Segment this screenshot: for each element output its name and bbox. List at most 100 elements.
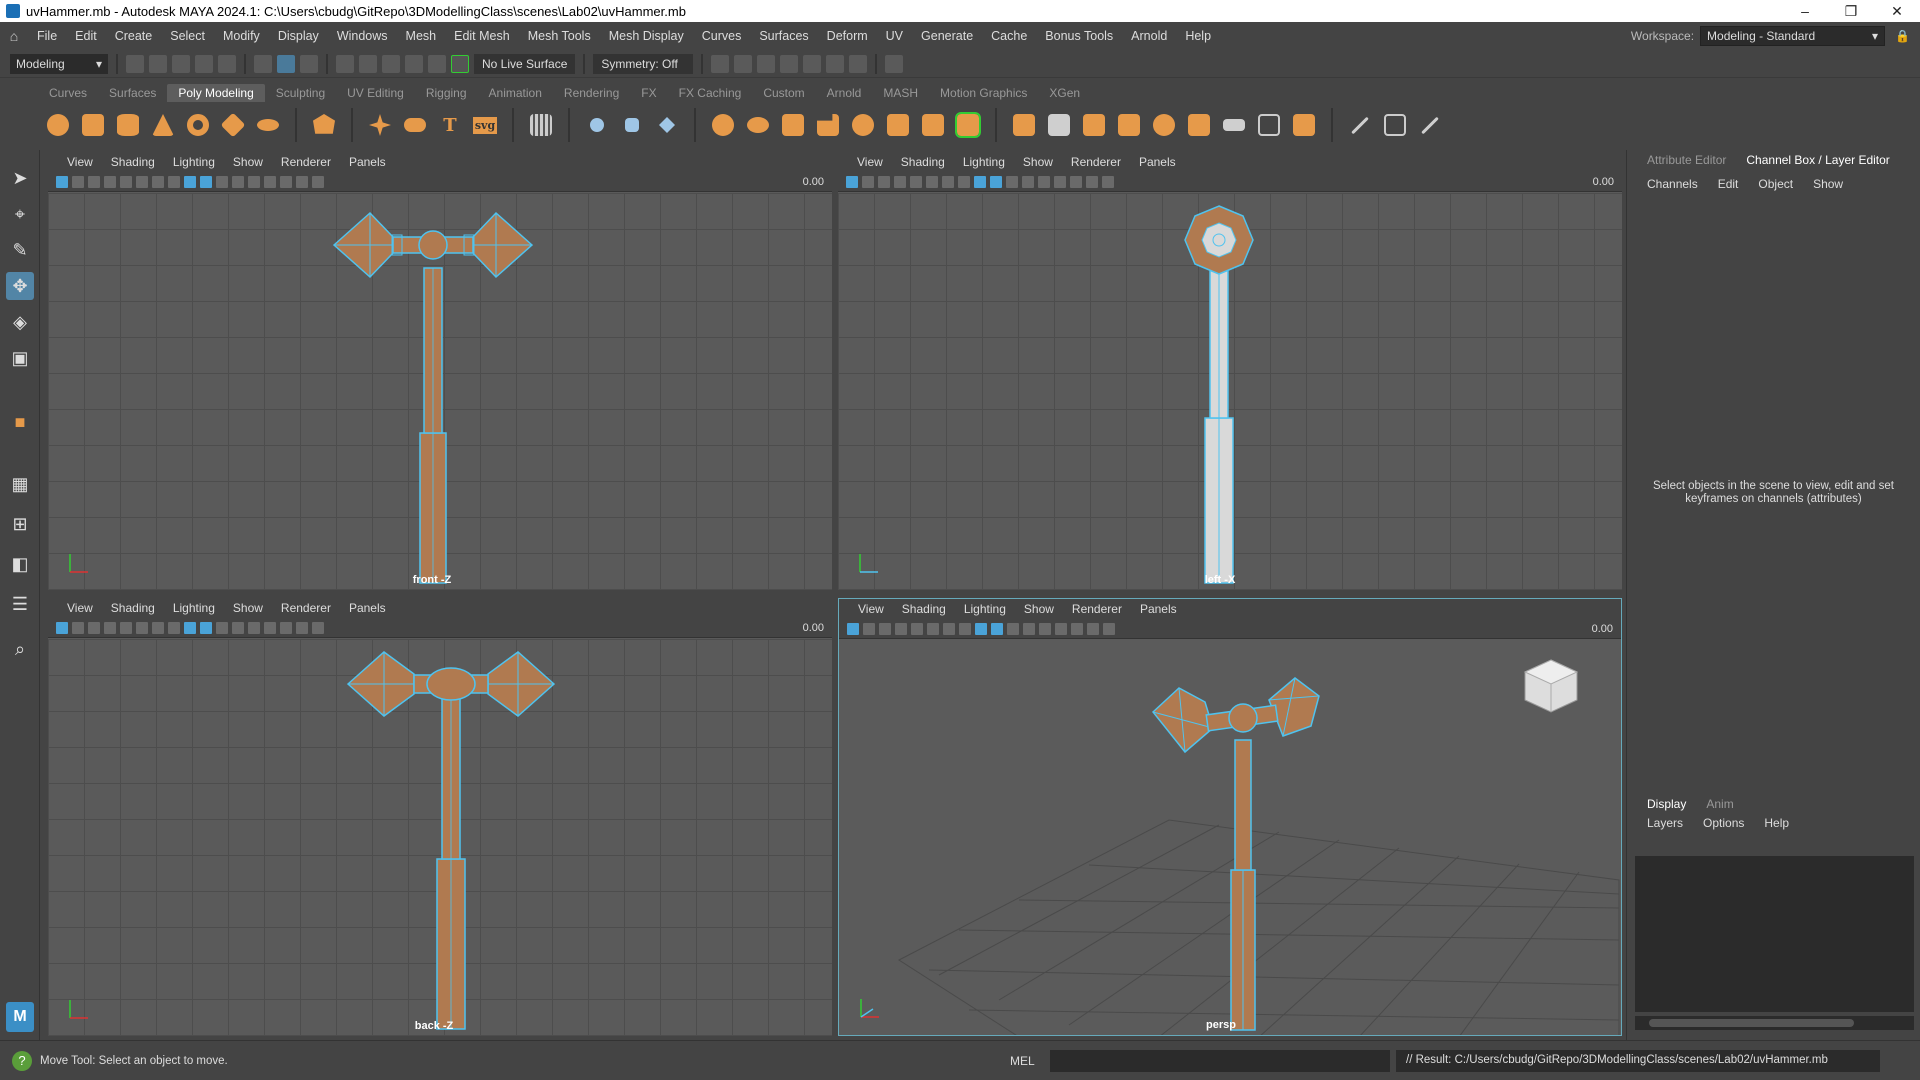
menu-object[interactable]: Object: [1748, 177, 1803, 191]
circularize-icon[interactable]: [1185, 111, 1213, 139]
menu-create[interactable]: Create: [106, 29, 162, 43]
camera-attr-icon[interactable]: [863, 622, 875, 635]
menu-uv[interactable]: UV: [877, 29, 912, 43]
lights-icon[interactable]: [232, 621, 244, 634]
panel-menu-view[interactable]: View: [848, 155, 892, 169]
tab-attribute-editor[interactable]: Attribute Editor: [1637, 153, 1736, 167]
type-icon[interactable]: T: [436, 111, 464, 139]
menu-surfaces[interactable]: Surfaces: [750, 29, 817, 43]
menu-help[interactable]: Help: [1754, 816, 1799, 830]
bevel-icon[interactable]: [1080, 111, 1108, 139]
scrollbar-thumb[interactable]: [1649, 1019, 1854, 1027]
mirror-tool-icon[interactable]: [583, 111, 611, 139]
shelf-tab-fx-caching[interactable]: FX Caching: [668, 84, 753, 102]
menu-set-select[interactable]: Modeling ▾: [10, 53, 108, 74]
snap-curve-icon[interactable]: [359, 54, 377, 73]
lights-icon[interactable]: [1023, 622, 1035, 635]
shelf-tab-custom[interactable]: Custom: [752, 84, 815, 102]
single-pane-icon[interactable]: ▦: [6, 470, 34, 498]
snap-grid-icon[interactable]: [336, 54, 354, 73]
layer-scrollbar[interactable]: [1635, 1016, 1914, 1030]
reduce-icon[interactable]: [884, 111, 912, 139]
open-scene-icon[interactable]: [149, 54, 167, 73]
exposure-icon[interactable]: [312, 621, 324, 634]
image-plane-icon[interactable]: [894, 175, 906, 188]
poly-torus-icon[interactable]: [184, 111, 212, 139]
tab-channel-box[interactable]: Channel Box / Layer Editor: [1736, 153, 1899, 167]
textured-icon[interactable]: [1006, 175, 1018, 188]
shelf-tab-fx[interactable]: FX: [630, 84, 667, 102]
menu-edit-mesh[interactable]: Edit Mesh: [445, 29, 519, 43]
ao-icon[interactable]: [264, 175, 276, 188]
grid-icon[interactable]: [910, 175, 922, 188]
menu-channels[interactable]: Channels: [1637, 177, 1708, 191]
viewport-canvas[interactable]: persp: [839, 640, 1621, 1035]
menu-generate[interactable]: Generate: [912, 29, 982, 43]
panel-menu-show[interactable]: Show: [224, 155, 272, 169]
command-input[interactable]: [1050, 1049, 1390, 1072]
resolution-gate-icon[interactable]: [152, 175, 164, 188]
extrude-icon[interactable]: [1010, 111, 1038, 139]
grid-icon[interactable]: [120, 175, 132, 188]
shelf-tab-animation[interactable]: Animation: [478, 84, 553, 102]
separate-icon[interactable]: [744, 111, 772, 139]
super-shape-icon[interactable]: [366, 111, 394, 139]
film-gate-icon[interactable]: [926, 175, 938, 188]
remesh-icon[interactable]: [954, 111, 982, 139]
xray-icon[interactable]: [280, 175, 292, 188]
offset-edge-loop-icon[interactable]: [1416, 111, 1444, 139]
search-icon[interactable]: [885, 54, 904, 73]
panel-menu-shading[interactable]: Shading: [102, 155, 164, 169]
smooth-shade-icon[interactable]: [974, 175, 986, 188]
four-pane-icon[interactable]: ⊞: [6, 510, 34, 538]
exposure-icon[interactable]: [1102, 175, 1114, 188]
workspace-select[interactable]: Modeling - Standard ▾: [1700, 26, 1886, 46]
menu-select[interactable]: Select: [161, 29, 214, 43]
mirror-icon[interactable]: [919, 111, 947, 139]
poly-cube-icon[interactable]: [79, 111, 107, 139]
viewport-canvas[interactable]: left -X: [838, 193, 1622, 590]
image-plane-icon[interactable]: [104, 621, 116, 634]
menu-arnold[interactable]: Arnold: [1122, 29, 1176, 43]
exposure-value[interactable]: 0.00: [803, 622, 824, 634]
panel-menu-renderer[interactable]: Renderer: [272, 601, 340, 615]
outliner-icon[interactable]: ☰: [6, 590, 34, 618]
select-tool-icon[interactable]: ➤: [6, 164, 34, 192]
merge-icon[interactable]: [1255, 111, 1283, 139]
viewport-back[interactable]: View Shading Lighting Show Renderer Pane…: [48, 598, 832, 1036]
menu-show[interactable]: Show: [1803, 177, 1853, 191]
paint-select-icon[interactable]: ✎: [6, 236, 34, 264]
shelf-tab-rendering[interactable]: Rendering: [553, 84, 630, 102]
menu-modify[interactable]: Modify: [214, 29, 269, 43]
save-scene-icon[interactable]: [172, 54, 190, 73]
exposure-icon[interactable]: [312, 175, 324, 188]
wireframe-on-shaded-icon[interactable]: [200, 621, 212, 634]
panel-menu-renderer[interactable]: Renderer: [1062, 155, 1130, 169]
insert-edge-loop-icon[interactable]: [1381, 111, 1409, 139]
menu-deform[interactable]: Deform: [818, 29, 877, 43]
panel-menu-panels[interactable]: Panels: [1131, 602, 1186, 616]
help-icon[interactable]: ?: [12, 1050, 32, 1071]
panel-menu-lighting[interactable]: Lighting: [955, 602, 1015, 616]
bookmark-icon[interactable]: [879, 622, 891, 635]
smooth-icon[interactable]: [849, 111, 877, 139]
target-weld-icon[interactable]: [1290, 111, 1318, 139]
bridge-icon[interactable]: [1045, 111, 1073, 139]
shadows-icon[interactable]: [248, 621, 260, 634]
wireframe-icon[interactable]: [958, 175, 970, 188]
panel-menu-lighting[interactable]: Lighting: [954, 155, 1014, 169]
menu-file[interactable]: File: [28, 29, 66, 43]
panel-menu-shading[interactable]: Shading: [102, 601, 164, 615]
menu-options[interactable]: Options: [1693, 816, 1754, 830]
shadows-icon[interactable]: [1038, 175, 1050, 188]
film-gate-icon[interactable]: [136, 175, 148, 188]
camera-attr-icon[interactable]: [862, 175, 874, 188]
panel-menu-shading[interactable]: Shading: [892, 155, 954, 169]
poly-cone-icon[interactable]: [149, 111, 177, 139]
tab-anim[interactable]: Anim: [1696, 797, 1743, 811]
render-settings-icon[interactable]: [780, 54, 799, 73]
layer-list[interactable]: [1635, 856, 1914, 1012]
wireframe-icon[interactable]: [168, 621, 180, 634]
textured-icon[interactable]: [216, 175, 228, 188]
panel-menu-show[interactable]: Show: [224, 601, 272, 615]
